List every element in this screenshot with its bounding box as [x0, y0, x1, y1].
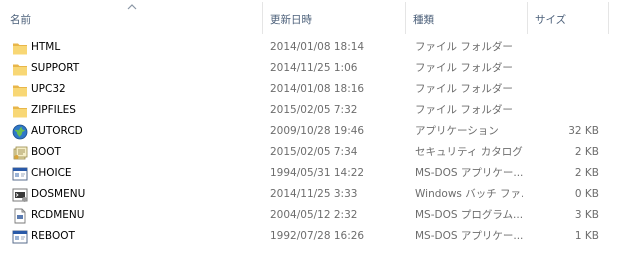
file-type: MS-DOS アプリケー... [415, 167, 523, 179]
file-name: DOSMENU [31, 188, 86, 200]
file-type: Windows バッチ ファ... [415, 188, 523, 200]
file-size: 32 KB [568, 125, 599, 137]
file-date: 2015/02/05 7:34 [270, 146, 358, 158]
file-type: ファイル フォルダー [415, 83, 513, 95]
file-row[interactable]: HTML 2014/01/08 18:14 ファイル フォルダー [0, 37, 620, 58]
column-divider[interactable] [262, 2, 263, 34]
file-row[interactable]: CHOICE 1994/05/31 14:22 MS-DOS アプリケー... 2 K… [0, 163, 620, 184]
file-name: CHOICE [31, 167, 72, 179]
column-date-header[interactable]: 更新日時 [270, 12, 312, 28]
column-divider[interactable] [405, 2, 406, 34]
folder-icon [12, 40, 28, 56]
file-date: 2004/05/12 2:32 [270, 209, 358, 221]
batch-file-icon [12, 187, 28, 203]
file-row[interactable]: ZIPFILES 2015/02/05 7:32 ファイル フォルダー [0, 100, 620, 121]
file-size: 3 KB [574, 209, 599, 221]
msdos-app-icon [12, 229, 28, 245]
file-name: ZIPFILES [31, 104, 76, 116]
column-divider[interactable] [527, 2, 528, 34]
column-divider[interactable] [608, 2, 609, 34]
file-date: 2014/11/25 3:33 [270, 188, 358, 200]
file-size: 1 KB [574, 230, 599, 242]
file-size: 2 KB [574, 146, 599, 158]
file-name: AUTORCD [31, 125, 83, 137]
file-type: ファイル フォルダー [415, 62, 513, 74]
file-name: BOOT [31, 146, 61, 158]
file-type: MS-DOS アプリケー... [415, 230, 523, 242]
file-row[interactable]: AUTORCD 2009/10/28 19:46 アプリケーション 32 KB [0, 121, 620, 142]
file-name: REBOOT [31, 230, 75, 242]
file-type: ファイル フォルダー [415, 41, 513, 53]
file-date: 2009/10/28 19:46 [270, 125, 365, 137]
file-type: セキュリティ カタログ [415, 146, 523, 158]
sort-ascending-icon [127, 4, 137, 10]
column-type-header[interactable]: 種類 [413, 12, 434, 28]
column-header: 名前 更新日時 種類 サイズ [0, 0, 620, 34]
file-type: ファイル フォルダー [415, 104, 513, 116]
file-size: 0 KB [574, 188, 599, 200]
folder-icon [12, 61, 28, 77]
file-size: 2 KB [574, 167, 599, 179]
file-row[interactable]: BOOT 2015/02/05 7:34 セキュリティ カタログ 2 KB [0, 142, 620, 163]
folder-icon [12, 82, 28, 98]
folder-icon [12, 103, 28, 119]
file-date: 2014/01/08 18:16 [270, 83, 365, 95]
file-date: 2014/11/25 1:06 [270, 62, 358, 74]
file-date: 1992/07/28 16:26 [270, 230, 365, 242]
file-row[interactable]: UPC32 2014/01/08 18:16 ファイル フォルダー [0, 79, 620, 100]
file-date: 1994/05/31 14:22 [270, 167, 365, 179]
file-row[interactable]: SUPPORT 2014/11/25 1:06 ファイル フォルダー [0, 58, 620, 79]
file-name: HTML [31, 41, 61, 53]
file-type: アプリケーション [415, 125, 499, 137]
file-name: RCDMENU [31, 209, 85, 221]
file-type: MS-DOS プログラム... [415, 209, 523, 221]
globe-app-icon [12, 124, 28, 140]
pif-file-icon [12, 208, 28, 224]
security-catalog-icon [12, 145, 28, 161]
file-row[interactable]: REBOOT 1992/07/28 16:26 MS-DOS アプリケー... 1 K… [0, 226, 620, 247]
file-row[interactable]: RCDMENU 2004/05/12 2:32 MS-DOS プログラム... 3 K… [0, 205, 620, 226]
file-name: UPC32 [31, 83, 66, 95]
file-date: 2015/02/05 7:32 [270, 104, 358, 116]
msdos-app-icon [12, 166, 28, 182]
file-row[interactable]: DOSMENU 2014/11/25 3:33 Windows バッチ ファ... 0… [0, 184, 620, 205]
file-date: 2014/01/08 18:14 [270, 41, 365, 53]
column-name-header[interactable]: 名前 [10, 12, 31, 28]
column-size-header[interactable]: サイズ [535, 12, 566, 28]
file-name: SUPPORT [31, 62, 80, 74]
